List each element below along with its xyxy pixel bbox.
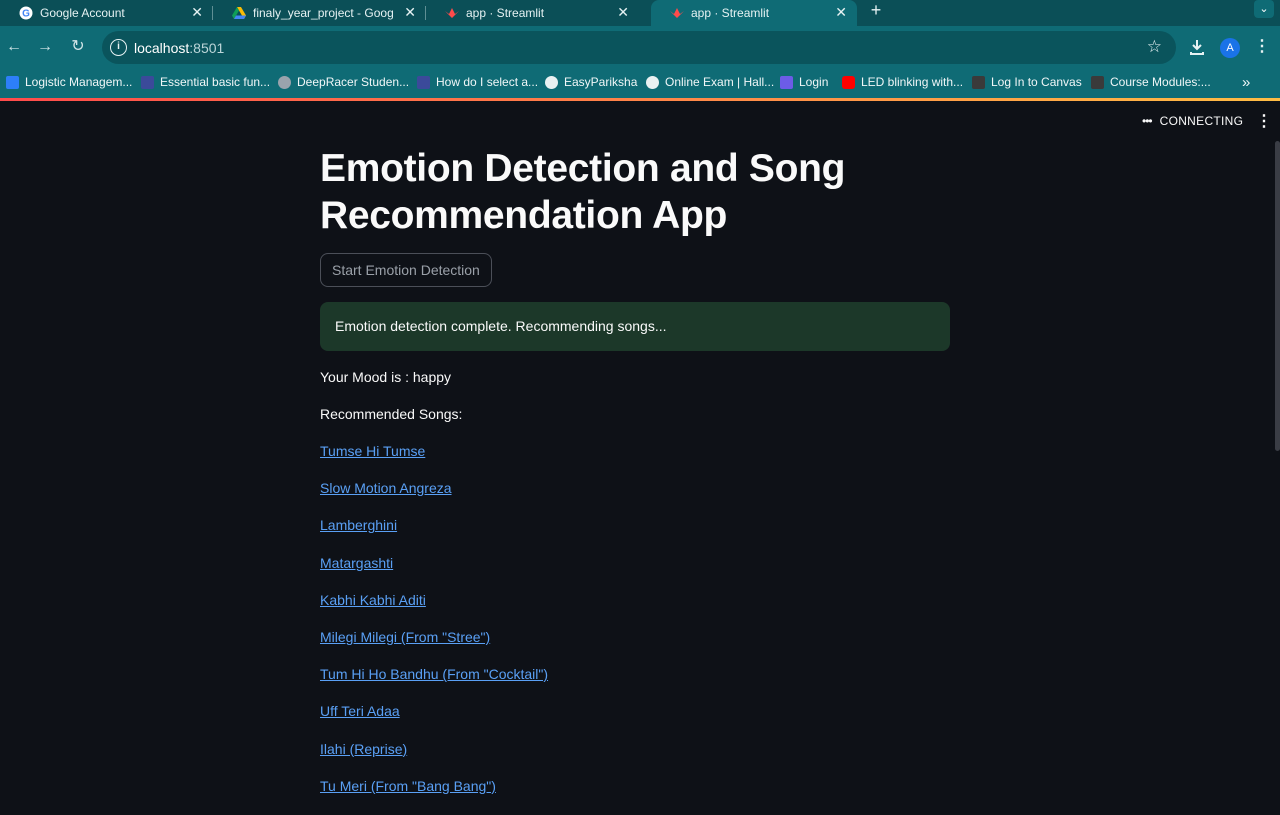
bookmark-label: Essential basic fun... — [160, 75, 271, 89]
profile-avatar[interactable]: A — [1220, 38, 1240, 58]
bookmark-item[interactable]: Login — [780, 75, 828, 89]
streamlit-icon — [444, 6, 459, 21]
bookmark-label: How do I select a... — [436, 75, 539, 89]
song-link[interactable]: Tumse Hi Tumse — [320, 443, 425, 459]
bookmark-label: Login — [799, 75, 829, 89]
site-info-icon[interactable]: i — [110, 39, 127, 56]
list-item: Slow Motion Angreza — [320, 480, 548, 517]
status-text: CONNECTING — [1159, 114, 1244, 128]
list-item: Tum Hi Ho Bandhu (From "Cocktail") — [320, 666, 548, 703]
tab-strip: G Google Account ✕ finaly_year_project -… — [0, 0, 1280, 26]
close-tab-icon[interactable]: ✕ — [404, 4, 416, 21]
list-item: Matargashti — [320, 555, 548, 592]
forward-arrow-icon[interactable]: → — [34, 36, 56, 58]
bookmark-item[interactable]: EasyPariksha — [545, 75, 637, 89]
back-arrow-icon[interactable]: ← — [3, 36, 25, 58]
tab-label: app · Streamlit — [466, 6, 545, 20]
browser-toolbar: ← → ↻ i localhost:8501 ☆ A ⋮ — [0, 26, 1280, 69]
bookmark-label: Log In to Canvas — [991, 75, 1082, 89]
bookmark-label: EasyPariksha — [564, 75, 638, 89]
bookmark-item[interactable]: DeepRacer Studen... — [278, 75, 409, 89]
song-link[interactable]: Milegi Milegi (From "Stree") — [320, 629, 490, 645]
bookmark-item[interactable]: Logistic Managem... — [6, 75, 132, 89]
song-link[interactable]: Lamberghini — [320, 517, 397, 533]
bookmark-site-icon — [141, 75, 154, 89]
address-bar[interactable]: i localhost:8501 ☆ — [102, 31, 1176, 64]
list-item: Ilahi (Reprise) — [320, 741, 548, 778]
streamlit-app: ••• CONNECTING ⋮ Emotion Detection and S… — [0, 101, 1280, 794]
bookmark-site-icon — [417, 75, 430, 89]
list-item: Kabhi Kabhi Aditi — [320, 592, 548, 629]
song-link[interactable]: Tu Meri (From "Bang Bang") — [320, 778, 496, 794]
google-icon: G — [18, 6, 33, 21]
status-dots-icon: ••• — [1142, 114, 1153, 128]
song-list: Tumse Hi Tumse Slow Motion Angreza Lambe… — [320, 443, 548, 815]
google-drive-icon — [231, 6, 246, 21]
scrollbar[interactable] — [1275, 141, 1280, 451]
bookmark-label: Course Modules:... — [1110, 75, 1211, 89]
tab-google-account[interactable]: G Google Account ✕ — [0, 0, 213, 26]
streamlit-icon — [669, 6, 684, 21]
tab-label: finaly_year_project - Google Drive — [253, 6, 393, 20]
aws-icon — [972, 75, 985, 89]
youtube-icon — [842, 75, 855, 89]
url-port: :8501 — [189, 40, 225, 56]
svg-text:G: G — [22, 9, 30, 20]
song-link[interactable]: Uff Teri Adaa — [320, 703, 400, 719]
list-item: Tu Meri (From "Bang Bang") — [320, 778, 548, 815]
globe-icon — [545, 75, 558, 89]
close-tab-icon[interactable]: ✕ — [835, 4, 847, 21]
bookmarks-bar: Logistic Managem... Essential basic fun.… — [0, 69, 1280, 98]
download-icon[interactable] — [1187, 37, 1207, 57]
url-text[interactable]: localhost:8501 — [134, 40, 224, 56]
trello-icon — [6, 75, 19, 89]
bookmark-item[interactable]: Course Modules:... — [1091, 75, 1211, 89]
success-alert: Emotion detection complete. Recommending… — [320, 302, 950, 351]
list-item: Lamberghini — [320, 517, 548, 554]
url-host: localhost — [134, 40, 190, 56]
connection-status: ••• CONNECTING — [1142, 114, 1243, 128]
bookmark-item[interactable]: How do I select a... — [417, 75, 538, 89]
reload-icon[interactable]: ↻ — [67, 36, 89, 58]
song-link[interactable]: Matargashti — [320, 555, 393, 571]
song-link[interactable]: Tum Hi Ho Bandhu (From "Cocktail") — [320, 666, 548, 682]
bookmark-item[interactable]: Online Exam | Hall... — [646, 75, 774, 89]
tab-streamlit-1[interactable]: app · Streamlit ✕ — [426, 0, 639, 26]
start-emotion-detection-button[interactable]: Start Emotion Detection — [320, 253, 492, 287]
list-item: Milegi Milegi (From "Stree") — [320, 629, 548, 666]
list-item: Uff Teri Adaa — [320, 703, 548, 740]
aws-icon — [1091, 75, 1104, 89]
bookmark-item[interactable]: Essential basic fun... — [141, 75, 270, 89]
bookmark-item[interactable]: LED blinking with... — [842, 75, 963, 89]
bookmark-star-icon[interactable]: ☆ — [1147, 37, 1162, 57]
bookmark-item[interactable]: Log In to Canvas — [972, 75, 1082, 89]
tab-label: app · Streamlit — [691, 6, 770, 20]
tab-search-chevron-icon[interactable]: ⌄ — [1254, 0, 1274, 18]
recommended-songs-heading: Recommended Songs: — [320, 406, 463, 422]
more-bookmarks-chevron-icon[interactable]: » — [1242, 74, 1250, 91]
login-site-icon — [780, 75, 793, 89]
bookmark-label: Logistic Managem... — [25, 75, 133, 89]
bookmark-label: Online Exam | Hall... — [665, 75, 775, 89]
list-item: Tumse Hi Tumse — [320, 443, 548, 480]
app-menu-icon[interactable]: ⋮ — [1256, 111, 1272, 131]
globe-icon — [646, 75, 659, 89]
song-link[interactable]: Ilahi (Reprise) — [320, 741, 407, 757]
tab-google-drive[interactable]: finaly_year_project - Google Drive ✕ — [213, 0, 426, 26]
page-title: Emotion Detection and Song Recommendatio… — [320, 147, 846, 237]
mood-text: Your Mood is : happy — [320, 369, 452, 385]
close-tab-icon[interactable]: ✕ — [191, 4, 203, 21]
bookmark-label: DeepRacer Studen... — [297, 75, 410, 89]
song-link[interactable]: Slow Motion Angreza — [320, 480, 452, 496]
song-link[interactable]: Kabhi Kabhi Aditi — [320, 592, 426, 608]
tab-label: Google Account — [40, 6, 125, 20]
bookmark-label: LED blinking with... — [861, 75, 964, 89]
new-tab-button[interactable]: + — [866, 1, 886, 21]
tab-streamlit-active[interactable]: app · Streamlit ✕ — [651, 0, 857, 26]
browser-menu-icon[interactable]: ⋮ — [1254, 37, 1270, 57]
close-tab-icon[interactable]: ✕ — [617, 4, 629, 21]
deepracer-icon — [278, 75, 291, 89]
